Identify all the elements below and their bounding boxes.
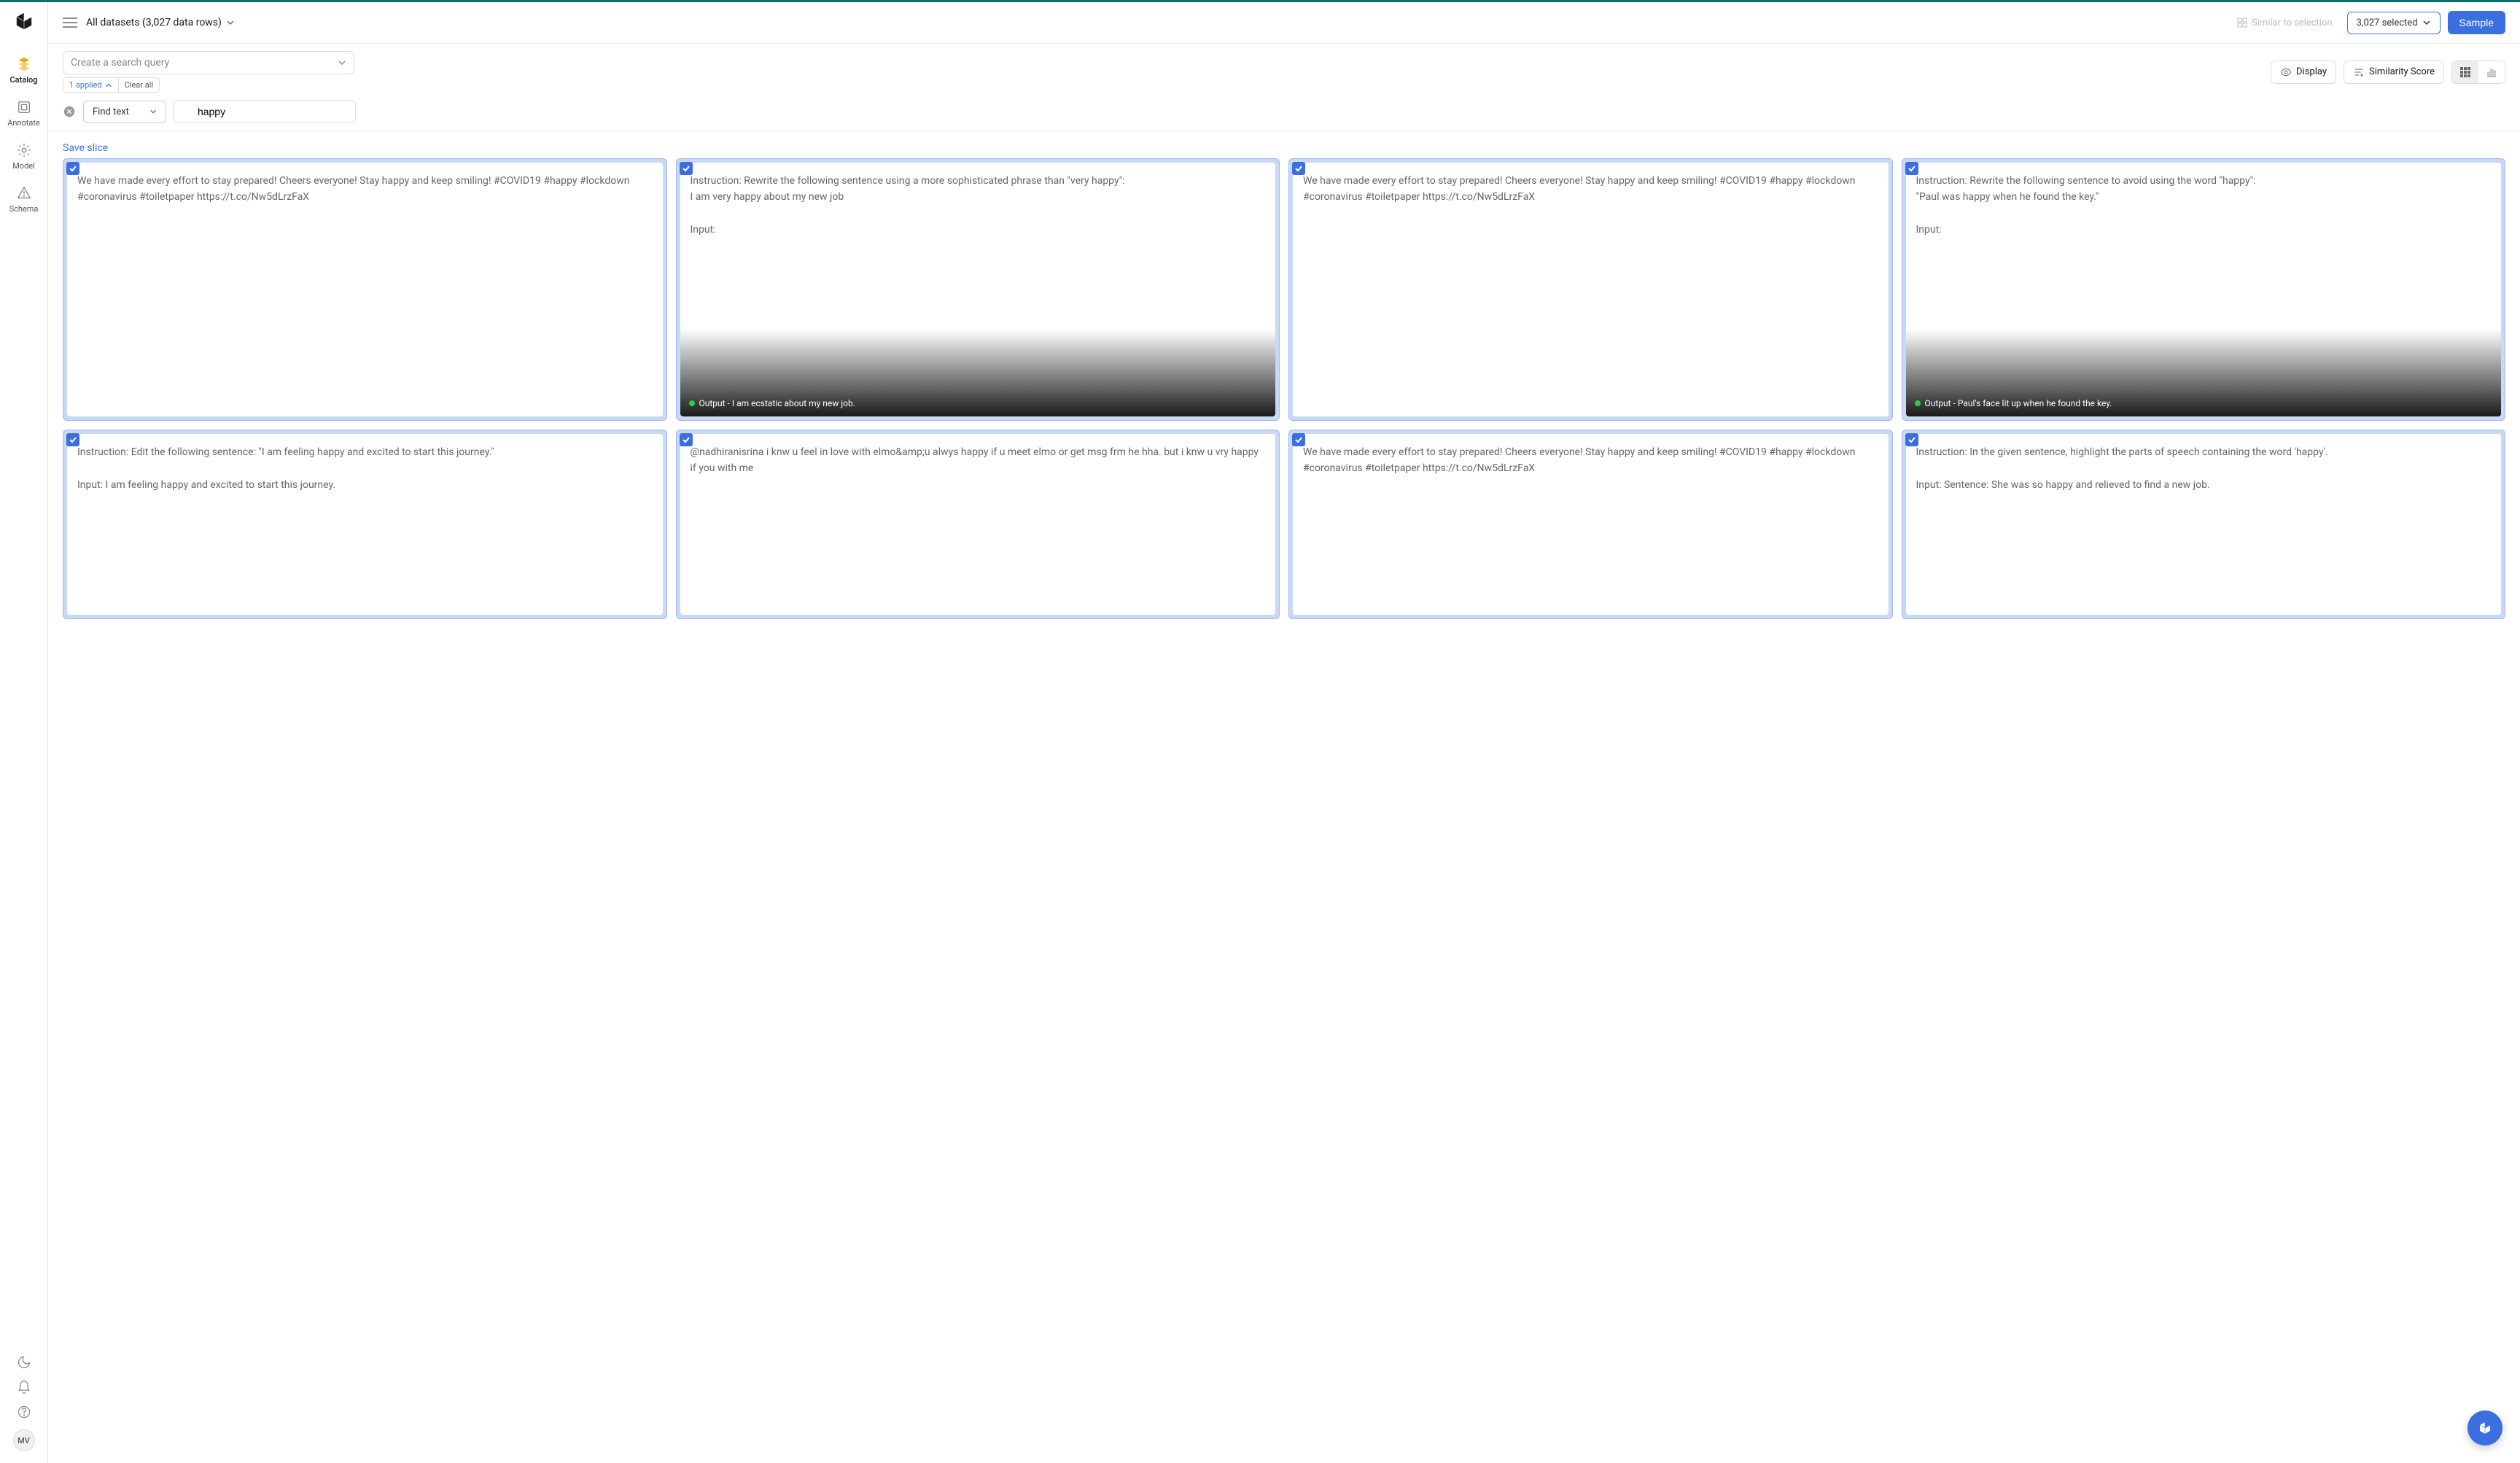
data-card[interactable]: @nadhiranisrina i knw u feel in love wit… [676,430,1280,619]
card-text: We have made every effort to stay prepar… [1293,434,1889,615]
grid-view-button[interactable] [2452,61,2478,83]
applied-label: 1 applied [69,80,102,90]
card-text: Instruction: In the given sentence, high… [1906,434,2502,615]
sample-button[interactable]: Sample [2448,11,2505,34]
chevron-down-icon [338,58,346,67]
card-output-text: Output - I am ecstatic about my new job. [699,397,855,411]
display-button[interactable]: Display [2271,61,2336,84]
card-checkbox[interactable] [1905,162,1918,175]
card-checkbox[interactable] [1292,433,1305,446]
sidebar-item-annotate[interactable]: Annotate [0,92,47,135]
data-card[interactable]: Instruction: Edit the following sentence… [63,430,667,619]
clear-all-label: Clear all [125,80,153,90]
data-card[interactable]: Instruction: Rewrite the following sente… [676,158,1280,421]
display-label: Display [2296,66,2327,77]
similarity-score-button[interactable]: Similarity Score [2344,61,2444,84]
sort-icon [2353,66,2365,78]
sidebar-item-catalog[interactable]: Catalog [0,49,47,92]
sidebar: Catalog Annotate Model Schema [0,2,48,1463]
card-text: @nadhiranisrina i knw u feel in love wit… [680,434,1276,615]
hamburger-icon[interactable] [63,17,77,28]
chevron-down-icon [2422,18,2431,27]
chart-view-button[interactable] [2478,61,2505,83]
card-output: Output - I am ecstatic about my new job. [680,391,1276,416]
fab-button[interactable] [2468,1410,2502,1445]
card-text: Instruction: Edit the following sentence… [67,434,663,615]
grid-icon [2459,66,2471,78]
eye-icon [2280,66,2292,78]
sidebar-item-label: Catalog [10,75,38,85]
chevron-up-icon [105,82,112,89]
catalog-icon [16,56,32,72]
data-card[interactable]: Instruction: Rewrite the following sente… [1902,158,2506,421]
similar-to-selection-button: Similar to selection [2230,13,2340,33]
card-checkbox[interactable] [680,433,693,446]
data-card[interactable]: We have made every effort to stay prepar… [63,158,667,421]
chevron-down-icon [226,18,235,27]
dataset-select[interactable]: All datasets (3,027 data rows) [86,17,235,28]
filterbar: Create a search query 1 applied Clear al… [48,44,2520,131]
selected-count-button[interactable]: 3,027 selected [2347,12,2441,34]
bar-chart-icon [2486,66,2497,78]
card-text: Instruction: Rewrite the following sente… [1906,163,2502,416]
text-search-input[interactable] [174,100,356,123]
similarity-label: Similarity Score [2369,66,2435,77]
avatar[interactable]: MV [13,1429,35,1451]
find-text-label: Find text [93,106,129,117]
card-text: Instruction: Rewrite the following sente… [680,163,1276,416]
selected-label: 3,027 selected [2357,18,2418,28]
data-card[interactable]: We have made every effort to stay prepar… [1288,158,1893,421]
similar-label: Similar to selection [2252,18,2333,28]
card-output: Output - Paul's face lit up when he foun… [1906,391,2502,416]
schema-icon [16,185,32,201]
search-query-input[interactable]: Create a search query [63,51,354,74]
card-checkbox[interactable] [1292,162,1305,175]
card-checkbox[interactable] [680,162,693,175]
card-text: We have made every effort to stay prepar… [1293,163,1889,416]
data-card[interactable]: Instruction: In the given sentence, high… [1902,430,2506,619]
sidebar-item-label: Schema [9,204,39,214]
help-icon[interactable] [17,1405,31,1419]
save-slice-link[interactable]: Save slice [63,142,108,154]
chevron-down-icon [149,108,157,115]
sparkle-icon [2237,18,2247,28]
applied-filter-chip[interactable]: 1 applied [63,77,119,93]
app-logo-icon [14,11,34,31]
data-card[interactable]: We have made every effort to stay prepar… [1288,430,1893,619]
clear-all-button[interactable]: Clear all [119,77,160,93]
topbar: All datasets (3,027 data rows) Similar t… [48,2,2520,44]
clear-filter-icon[interactable] [63,105,76,118]
card-checkbox[interactable] [66,162,79,175]
search-placeholder: Create a search query [71,57,169,69]
find-text-select[interactable]: Find text [83,101,166,123]
avatar-label: MV [18,1436,30,1445]
card-output-text: Output - Paul's face lit up when he foun… [1925,397,2112,411]
status-dot-icon [689,400,695,406]
bell-icon[interactable] [17,1380,31,1394]
view-toggle [2451,61,2505,84]
status-dot-icon [1915,400,1921,406]
sidebar-item-label: Model [12,161,35,171]
sidebar-item-schema[interactable]: Schema [0,178,47,221]
card-checkbox[interactable] [66,433,79,446]
model-icon [16,142,32,158]
dataset-label: All datasets (3,027 data rows) [86,17,222,28]
card-grid: We have made every effort to stay prepar… [63,158,2505,619]
sidebar-item-model[interactable]: Model [0,135,47,178]
card-text: We have made every effort to stay prepar… [67,163,663,416]
card-checkbox[interactable] [1905,433,1918,446]
moon-icon[interactable] [17,1355,31,1370]
cube-icon [2477,1420,2493,1436]
annotate-icon [16,99,32,115]
sidebar-item-label: Annotate [7,118,40,128]
